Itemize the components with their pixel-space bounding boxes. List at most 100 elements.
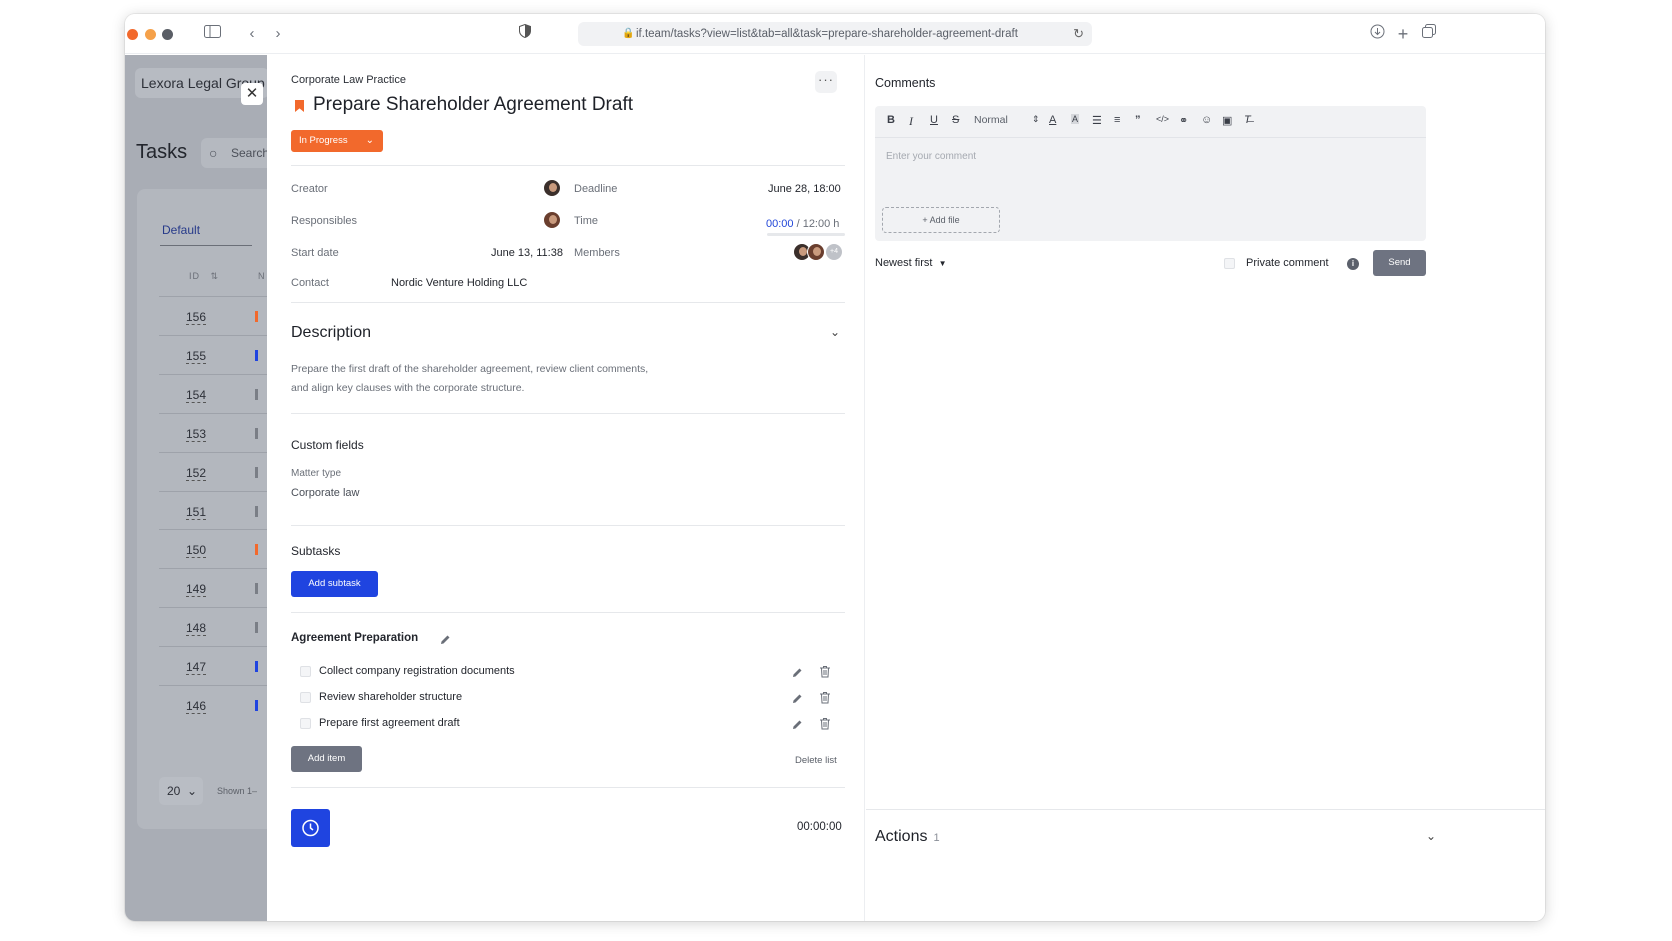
sort-dropdown[interactable]: Newest first ▼ [875,257,947,269]
task-row-id[interactable]: 154 [186,388,207,403]
timer-value: 00:00:00 [797,821,842,833]
priority-flag-icon[interactable] [295,100,304,112]
priority-marker [255,428,258,439]
task-row-id[interactable]: 152 [186,466,207,481]
description-text[interactable]: Prepare the first draft of the sharehold… [291,360,711,398]
responsible-avatar[interactable] [543,211,561,229]
add-item-button[interactable]: Add item [291,746,362,772]
task-search-input[interactable]: ○ Search [201,138,267,168]
image-icon[interactable]: ▣ [1222,114,1232,127]
tasks-heading: Tasks [136,141,188,163]
priority-marker [255,700,258,711]
description-line: Prepare the first draft of the sharehold… [291,363,649,375]
column-id-header[interactable]: ID ⇅ [189,271,219,282]
private-comment-checkbox[interactable] [1224,258,1235,269]
back-icon[interactable]: ‹ [242,24,262,44]
select-arrows-icon: ⇕ [1032,114,1040,124]
trash-icon[interactable] [819,691,831,704]
bold-icon[interactable]: B [887,114,895,126]
creator-avatar[interactable] [543,179,561,197]
close-panel-button[interactable]: ✕ [241,83,263,105]
checklist-item[interactable]: Review shareholder structure [319,691,462,703]
edit-pencil-icon[interactable] [439,633,452,646]
status-dropdown[interactable]: In Progress ⌄ [291,130,383,152]
download-icon[interactable] [1367,24,1387,44]
member-avatar[interactable] [807,243,825,261]
add-subtask-button[interactable]: Add subtask [291,571,378,597]
checklist-title[interactable]: Agreement Preparation [291,632,418,644]
ordered-list-icon[interactable]: ☰ [1092,114,1102,127]
format-select[interactable]: Normal [974,114,1008,126]
reload-icon[interactable]: ↻ [1073,22,1084,46]
deadline-value[interactable]: June 28, 18:00 [768,183,841,195]
checklist-checkbox[interactable] [300,718,311,729]
checklist-checkbox[interactable] [300,692,311,703]
code-icon[interactable]: </> [1156,114,1169,124]
address-bar[interactable]: 🔒 if.team/tasks?view=list&tab=all&task=p… [578,22,1092,46]
task-row-id[interactable]: 147 [186,660,207,675]
row-divider [159,491,267,492]
send-button[interactable]: Send [1373,250,1426,276]
link-icon[interactable]: ⚭ [1179,114,1188,127]
task-row-id[interactable]: 146 [186,699,207,714]
bullet-list-icon[interactable]: ≡ [1114,114,1120,126]
sidebar-toggle-icon[interactable] [202,24,222,44]
edit-pencil-icon[interactable] [791,666,804,679]
new-tab-icon[interactable]: + [1393,24,1413,44]
members-more-badge[interactable]: +4 [825,243,843,261]
task-row-id[interactable]: 153 [186,427,207,442]
tabs-overview-icon[interactable] [1419,24,1439,44]
checklist-checkbox[interactable] [300,666,311,677]
chevron-down-icon[interactable]: ⌄ [830,325,840,339]
delete-list-link[interactable]: Delete list [795,755,837,766]
forward-icon[interactable]: › [268,24,288,44]
task-title[interactable]: Prepare Shareholder Agreement Draft [313,94,633,116]
contact-value[interactable]: Nordic Venture Holding LLC [391,277,527,289]
italic-icon[interactable]: I [909,114,913,129]
row-divider [159,529,267,530]
row-divider [159,296,267,297]
task-row-id[interactable]: 149 [186,582,207,597]
edit-pencil-icon[interactable] [791,718,804,731]
task-row-id[interactable]: 155 [186,349,207,364]
column-name-header[interactable]: N [258,271,265,281]
browser-window: ‹ › 🔒 if.team/tasks?view=list&tab=all&ta… [125,14,1545,921]
id-header-label: ID [189,271,200,281]
responsibles-label: Responsibles [291,215,358,227]
close-window-dot[interactable] [127,29,138,40]
trash-icon[interactable] [819,717,831,730]
time-value[interactable]: 00:00 / 12:00 h [766,218,839,230]
text-color-icon[interactable]: A [1049,114,1056,126]
background-color-icon[interactable]: A [1071,114,1080,124]
strikethrough-icon[interactable]: S [952,114,959,126]
add-file-button[interactable]: + Add file [882,207,1000,233]
task-row-id[interactable]: 156 [186,310,207,325]
clear-format-icon[interactable]: T̶ [1244,114,1251,126]
checklist-item[interactable]: Prepare first agreement draft [319,717,460,729]
page-size-select[interactable]: 20 ⌄ [159,777,203,805]
maximize-window-dot[interactable] [162,29,173,40]
underline-icon[interactable]: U [930,114,938,126]
timer-start-button[interactable] [291,809,330,847]
shield-icon[interactable] [515,23,535,44]
time-spent: 00:00 [766,218,794,230]
minimize-window-dot[interactable] [145,29,156,40]
task-row-id[interactable]: 151 [186,505,207,520]
emoji-icon[interactable]: ☺ [1201,114,1212,126]
actions-section-toggle[interactable]: Actions 1 [875,828,940,846]
task-row-id[interactable]: 148 [186,621,207,636]
matter-type-value[interactable]: Corporate law [291,487,359,499]
more-options-button[interactable]: ··· [815,71,837,93]
private-comment-label[interactable]: Private comment [1246,257,1329,269]
checklist-item[interactable]: Collect company registration documents [319,665,515,677]
time-label: Time [574,215,599,227]
tab-default[interactable]: Default [162,223,200,237]
trash-icon[interactable] [819,665,831,678]
info-icon[interactable]: i [1347,258,1359,270]
chevron-down-icon[interactable]: ⌄ [1426,829,1436,843]
edit-pencil-icon[interactable] [791,692,804,705]
comment-editor[interactable]: B I U S Normal ⇕ A A ☰ ≡ ” </> ⚭ ☺ ▣ T̶ … [875,106,1426,241]
task-row-id[interactable]: 150 [186,543,207,558]
quote-icon[interactable]: ” [1135,114,1141,126]
start-date-value[interactable]: June 13, 11:38 [491,247,563,259]
